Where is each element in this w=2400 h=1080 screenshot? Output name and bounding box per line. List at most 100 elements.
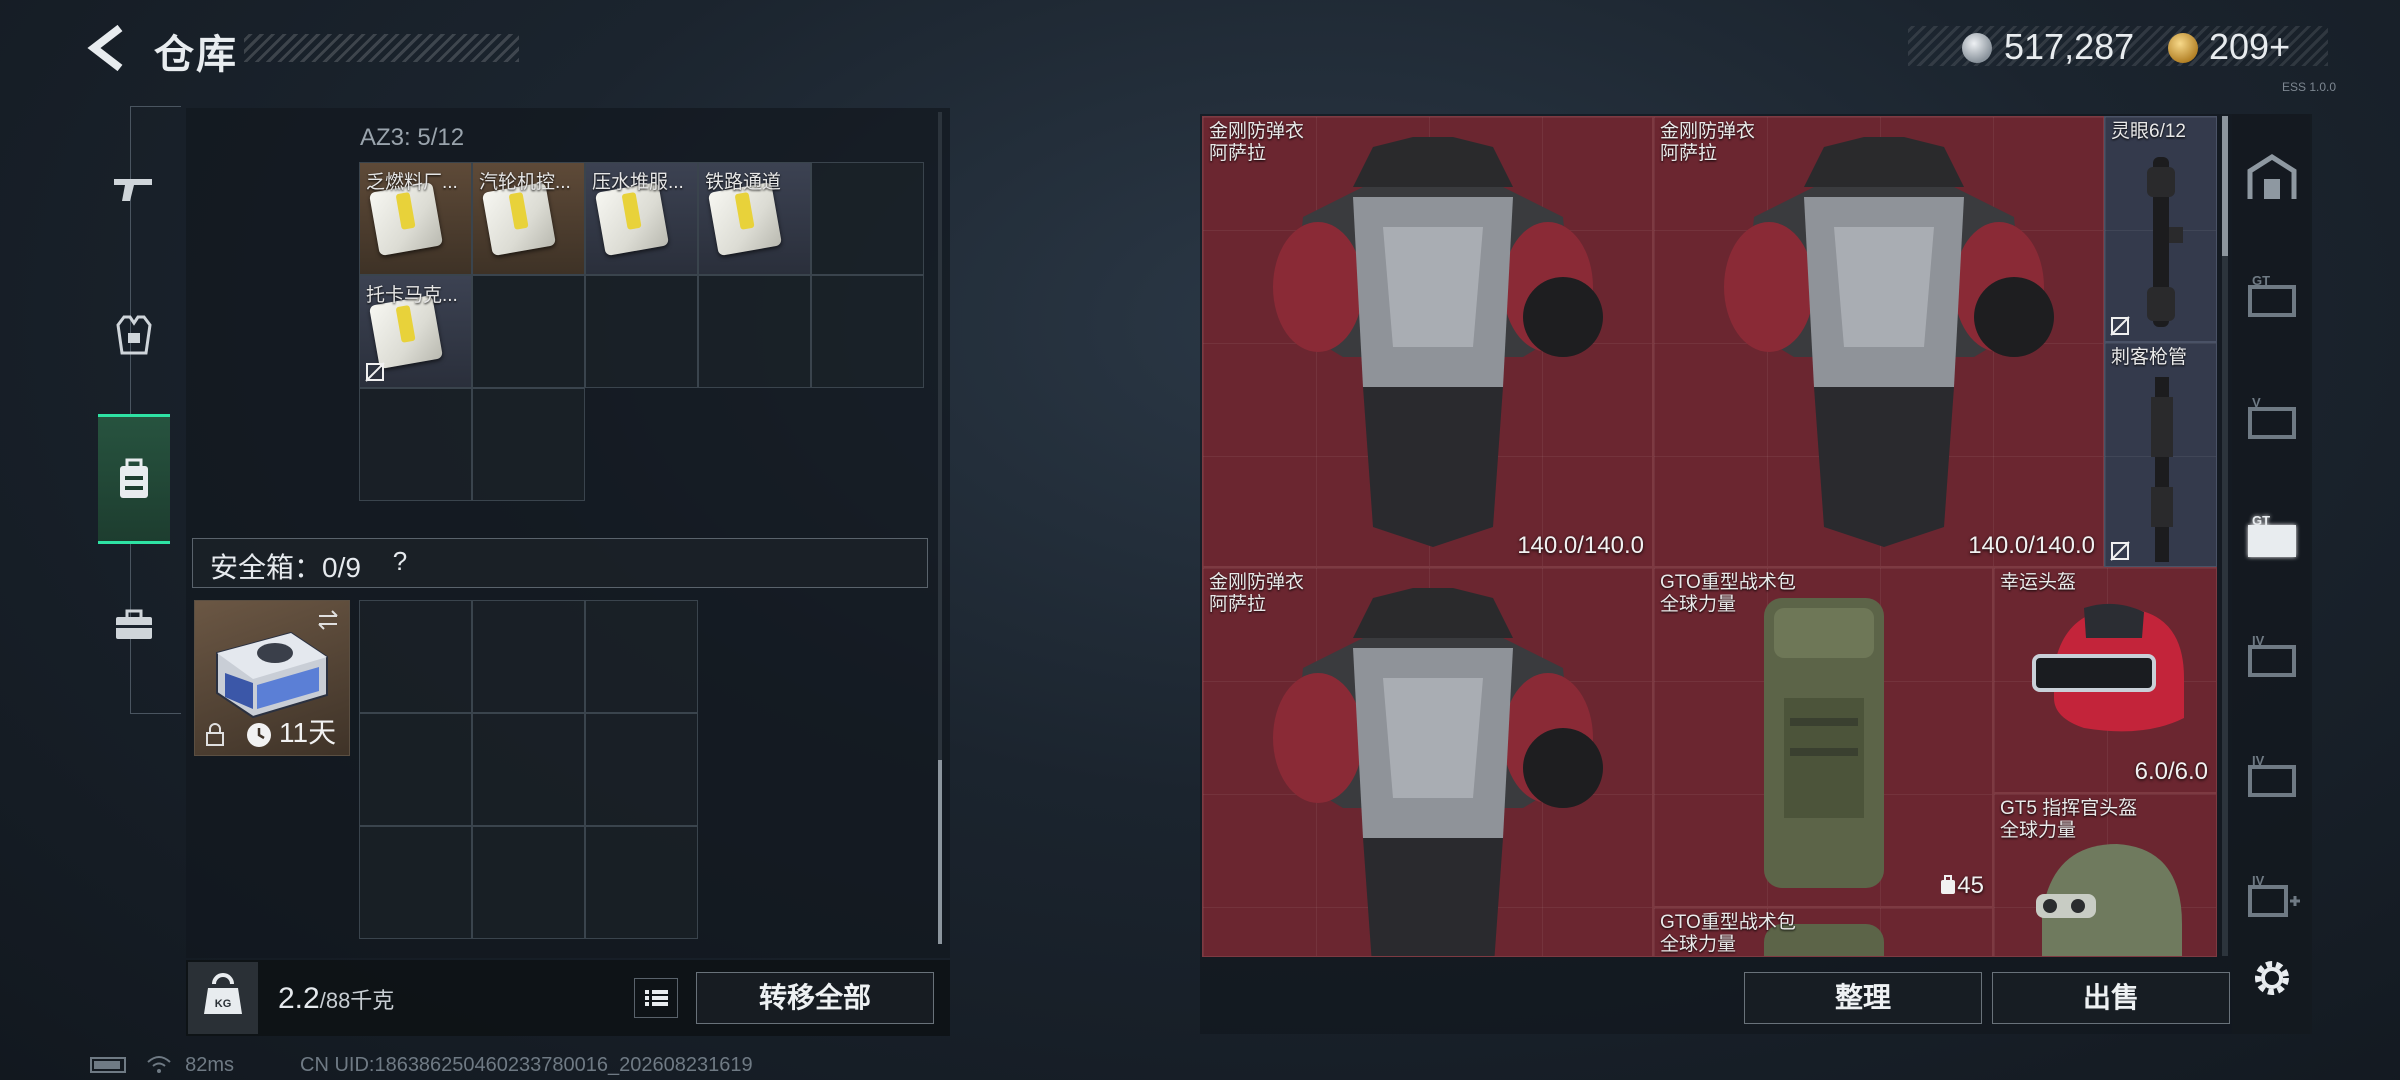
storage-tab-add[interactable]: IV (2242, 868, 2302, 924)
key-item[interactable]: 汽轮机控... (472, 162, 585, 275)
empty-slot[interactable] (811, 275, 924, 388)
empty-slot[interactable] (359, 600, 472, 713)
key-item-label: 汽轮机控... (479, 172, 571, 193)
ping-value: 82ms (185, 1054, 235, 1076)
user-uid: CN UID:186386250460233780016_20260823161… (300, 1054, 753, 1076)
empty-slot[interactable] (472, 275, 585, 388)
key-item[interactable]: 乏燃料厂... (359, 162, 472, 275)
tab-toolbox[interactable] (98, 560, 170, 690)
storage-tab-3[interactable]: GT (2242, 508, 2302, 564)
item-capacity: 45 (1939, 872, 1984, 900)
empty-slot[interactable] (359, 826, 472, 939)
storage-item[interactable]: 幸运头盔 6.0/6.0 (1993, 567, 2217, 793)
item-name: GT5 指挥官头盔 全球力量 (2000, 798, 2138, 841)
storage-item[interactable]: 灵眼6/12 (2104, 116, 2217, 342)
kg-label: KG (215, 998, 232, 1010)
key-item-label: 乏燃料厂... (366, 172, 458, 193)
list-view-button[interactable] (634, 978, 678, 1018)
storage-item[interactable]: 刺客枪管 (2104, 342, 2217, 567)
battery-icon (90, 1057, 126, 1073)
storage-tab-icon: V (2248, 395, 2296, 439)
settings-button[interactable] (2242, 950, 2302, 1006)
empty-slot[interactable] (585, 600, 698, 713)
item-name: GTO重型战术包 全球力量 (1660, 572, 1796, 615)
empty-slot[interactable] (698, 275, 811, 388)
sell-button[interactable]: 出售 (1992, 972, 2230, 1024)
item-durability: 140.0/140.0 (1968, 532, 2095, 559)
body-armor-icon (1273, 137, 1603, 547)
storage-tab-1[interactable]: GT (2242, 268, 2302, 324)
key-item[interactable]: 压水堆服... (585, 162, 698, 275)
swap-icon (318, 610, 338, 630)
item-name: 金刚防弹衣 阿萨拉 (1660, 121, 1756, 164)
lock-icon (206, 723, 224, 746)
storage-item[interactable]: 金刚防弹衣 阿萨拉 140.0/140.0 (1653, 116, 2104, 567)
item-name: 幸运头盔 (2000, 572, 2077, 593)
empty-slot[interactable] (359, 713, 472, 826)
gear-icon (2255, 961, 2289, 995)
tab-gear[interactable] (98, 270, 170, 400)
safe-box-label: 安全箱：0/9 (210, 552, 361, 583)
storage-item[interactable]: 金刚防弹衣 阿萨拉 (1202, 567, 1653, 957)
not-marked-icon (2110, 316, 2130, 336)
empty-slot[interactable] (585, 826, 698, 939)
storage-item[interactable]: GTO重型战术包 全球力量 (1653, 907, 1993, 957)
safe-box-item[interactable]: 11天 (194, 600, 350, 756)
ticket-icon[interactable] (2168, 33, 2198, 63)
storage-add-tab-icon: IV (2248, 873, 2300, 917)
tab-weapons[interactable] (98, 124, 170, 254)
svg-text:IV: IV (2252, 633, 2265, 648)
storage-tab-4[interactable]: IV (2242, 628, 2302, 684)
tactical-backpack-icon (1764, 598, 1884, 888)
key-item[interactable]: 托卡马克... (359, 275, 472, 388)
empty-slot[interactable] (472, 600, 585, 713)
empty-slot[interactable] (811, 162, 924, 275)
inventory-scrollbar-thumb[interactable] (938, 760, 942, 944)
grid-gap (585, 388, 698, 501)
safe-box-timer: 11天 (279, 717, 337, 748)
title-decoration (244, 34, 519, 62)
coin-balance: 517,287 (2004, 26, 2135, 67)
back-button[interactable] (84, 22, 132, 74)
key-item-label: 铁路通道 (705, 172, 782, 193)
toolbox-icon (116, 609, 152, 639)
version-tag: ESS 1.0.0 (2282, 80, 2337, 94)
key-item-label: 托卡马克... (366, 285, 458, 306)
key-item[interactable]: 铁路通道 (698, 162, 811, 275)
storage-tab-5[interactable]: IV (2242, 748, 2302, 804)
container-label: AZ3: 5/12 (360, 124, 465, 151)
storage-item[interactable]: 金刚防弹衣 阿萨拉 140.0/140.0 (1202, 116, 1653, 567)
tidy-button[interactable]: 整理 (1744, 972, 1982, 1024)
item-durability: 6.0/6.0 (2134, 758, 2208, 785)
help-button[interactable]: ? (384, 545, 416, 577)
wifi-icon (146, 1056, 171, 1073)
weight-icon-box: KG (188, 962, 258, 1034)
storage-tab-2[interactable]: V (2242, 390, 2302, 446)
empty-slot[interactable] (359, 388, 472, 501)
item-name: 金刚防弹衣 阿萨拉 (1209, 121, 1305, 164)
tab-backpack[interactable] (98, 414, 170, 544)
transfer-all-button[interactable]: 转移全部 (696, 972, 934, 1024)
rifle-scope-icon (2147, 157, 2183, 327)
storage-item[interactable]: GTO重型战术包 全球力量 45 (1653, 567, 1993, 907)
gun-barrel-icon (2151, 377, 2173, 562)
empty-slot[interactable] (585, 713, 698, 826)
storage-tab-icon: GT (2248, 513, 2296, 557)
storage-item[interactable]: GT5 指挥官头盔 全球力量 (1993, 793, 2217, 957)
storage-scrollbar-thumb[interactable] (2222, 116, 2228, 256)
item-name: 金刚防弹衣 阿萨拉 (1209, 572, 1305, 615)
backpack-small-icon (1941, 875, 1956, 894)
storage-tab-icon: GT (2248, 273, 2296, 317)
svg-text:GT: GT (2252, 513, 2270, 528)
weight-readout: 2.2/88千克 (278, 982, 394, 1016)
svg-text:V: V (2252, 395, 2261, 410)
empty-slot[interactable] (472, 826, 585, 939)
list-icon (645, 990, 668, 1006)
grid-gap (698, 388, 811, 501)
ticket-balance[interactable]: 209+ (2209, 26, 2290, 68)
body-armor-icon (1273, 588, 1603, 956)
empty-slot[interactable] (585, 275, 698, 388)
empty-slot[interactable] (472, 713, 585, 826)
empty-slot[interactable] (472, 388, 585, 501)
storage-tab-home[interactable] (2242, 150, 2302, 206)
